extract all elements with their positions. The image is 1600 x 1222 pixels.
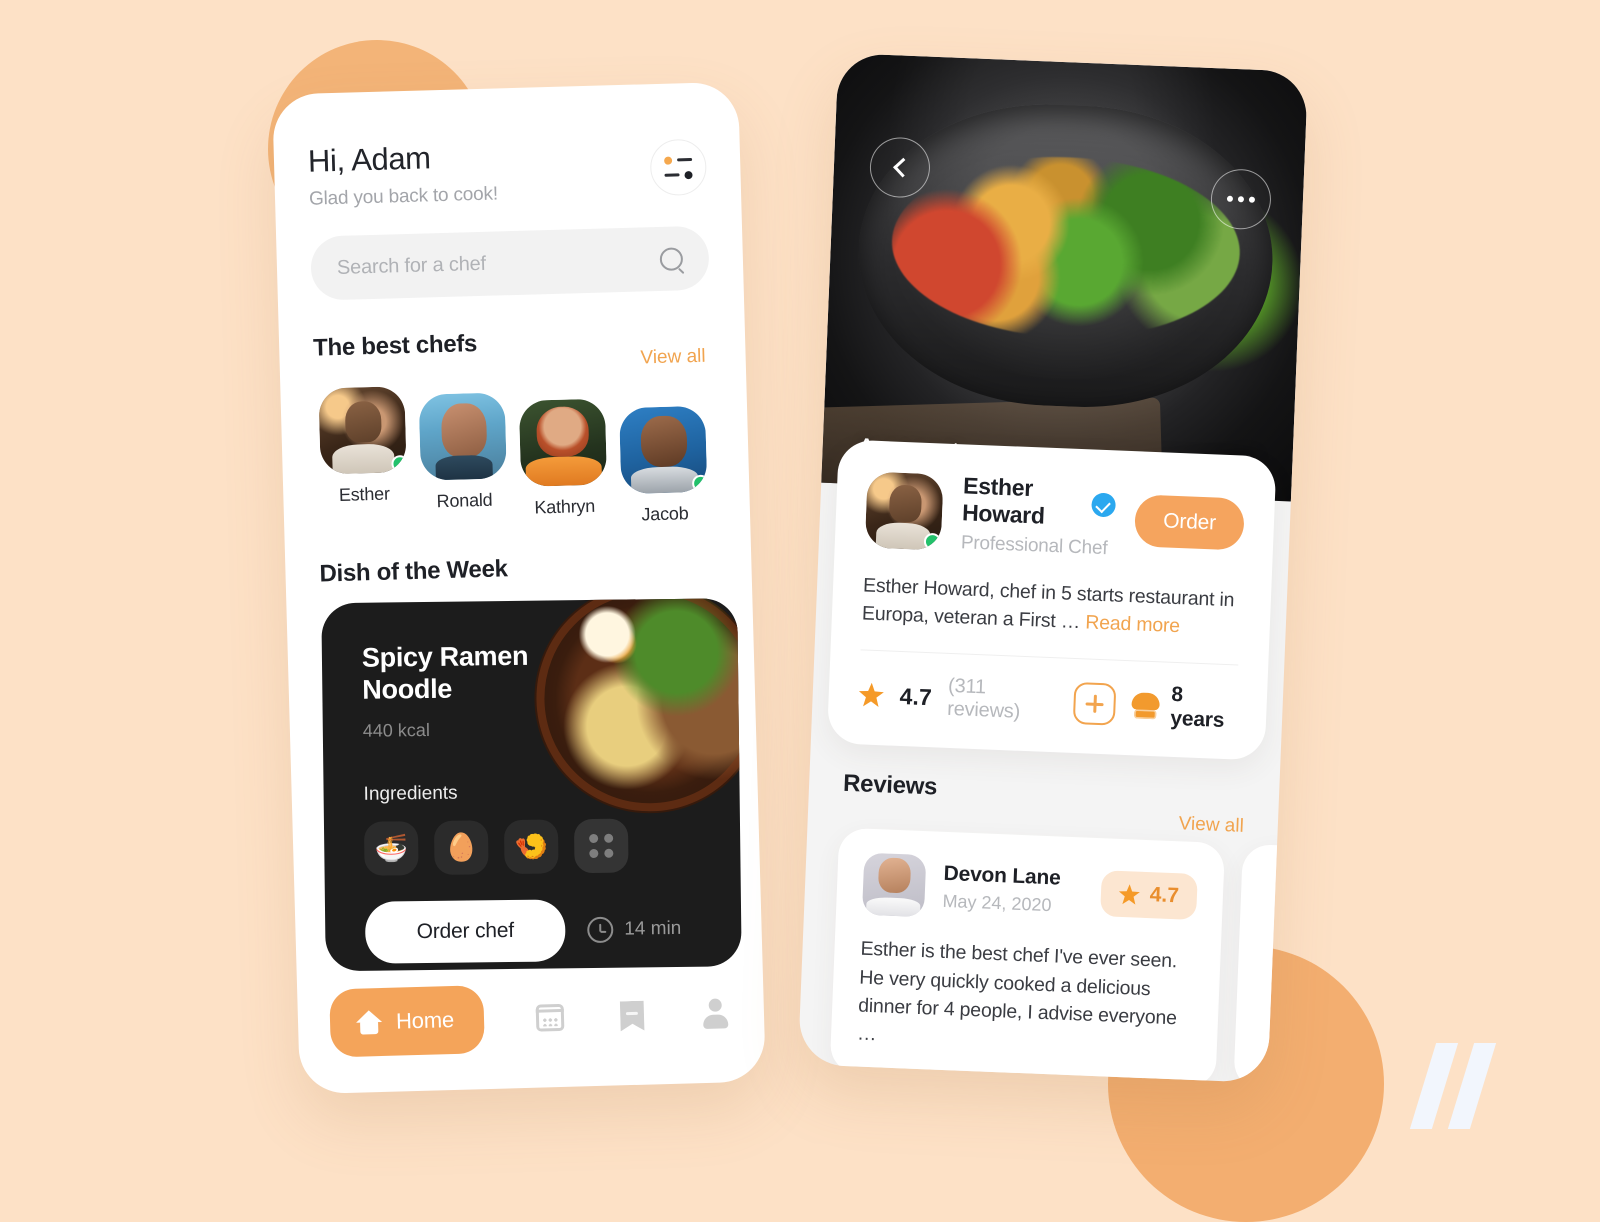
chef-card-ronald[interactable]: Ronald xyxy=(418,392,509,531)
avatar xyxy=(318,386,407,475)
nav-item-profile[interactable] xyxy=(697,995,732,1030)
profile-icon xyxy=(701,998,730,1029)
dish-name: Spicy Ramen Noodle xyxy=(361,640,529,705)
shrimp-emoji-icon[interactable]: 🍤 xyxy=(503,819,559,874)
chefs-view-all-link[interactable]: View all xyxy=(640,346,706,370)
nav-item-bookmark[interactable] xyxy=(615,998,650,1033)
review-rating-value: 4.7 xyxy=(1149,883,1180,908)
avatar xyxy=(418,392,507,481)
greeting-title: Hi, Adam xyxy=(307,140,432,179)
bookmark-icon xyxy=(620,1001,645,1032)
star-icon xyxy=(858,682,884,708)
rating-value: 4.7 xyxy=(899,682,933,711)
experience-label: 8 years xyxy=(1169,683,1225,733)
dish-section-title: Dish of the Week xyxy=(319,555,508,588)
plus-icon[interactable] xyxy=(1073,682,1117,726)
reviews-count: (311 reviews) xyxy=(946,675,1021,724)
chef-name: Jacob xyxy=(641,503,689,525)
nav-item-home[interactable]: Home xyxy=(329,985,485,1058)
phone-account-screen: Account Esther Howard Professional Chef … xyxy=(797,52,1309,1084)
clock-icon xyxy=(587,916,614,943)
prep-time-label: 14 min xyxy=(624,917,682,940)
reviews-carousel[interactable]: Devon Lane May 24, 2020 4.7 Esther is th… xyxy=(798,827,1309,1084)
ingredients-label: Ingredients xyxy=(363,782,458,805)
dish-calories: 440 kcal xyxy=(362,719,430,741)
chef-role: Professional Chef xyxy=(960,532,1108,560)
hero-image: Account xyxy=(821,52,1309,502)
egg-emoji-icon[interactable]: 🥚 xyxy=(433,819,489,875)
chef-name: Esther xyxy=(338,483,390,505)
review-card[interactable]: Devon Lane May 24, 2020 4.7 Esther is th… xyxy=(829,828,1226,1084)
review-text: Esther is the best chef I've ever seen. … xyxy=(856,937,1178,1046)
avatar xyxy=(518,398,608,487)
chef-stats: 4.7 (311 reviews) 8 years xyxy=(858,671,1238,734)
chef-profile-card: Esther Howard Professional Chef Order Es… xyxy=(826,439,1277,762)
chef-name: Ronald xyxy=(436,489,493,512)
chef-card-kathryn[interactable]: Kathryn xyxy=(518,398,609,529)
dish-of-the-week-card[interactable]: Spicy Ramen Noodle 440 kcal Ingredients … xyxy=(321,598,742,972)
order-button[interactable]: Order xyxy=(1134,494,1245,551)
nav-home-label: Home xyxy=(395,1006,455,1034)
chef-bio: Esther Howard, chef in 5 starts restaura… xyxy=(861,572,1241,643)
avatar xyxy=(619,405,708,495)
prep-time: 14 min xyxy=(587,916,681,943)
avatar xyxy=(864,471,944,551)
review-date: May 24, 2020 xyxy=(942,891,1052,916)
star-icon xyxy=(1118,884,1140,906)
ingredients-list: 🍜 🥚 🍤 xyxy=(363,817,741,876)
chefs-section-header: The best chefs View all xyxy=(313,324,712,387)
avatar xyxy=(861,853,927,918)
search-icon xyxy=(659,246,684,271)
chefs-list: Esther Ronald Kathryn Jacob xyxy=(314,378,716,535)
search-placeholder: Search for a chef xyxy=(336,252,487,279)
search-input[interactable]: Search for a chef xyxy=(310,225,710,301)
filter-icon[interactable] xyxy=(649,138,708,197)
online-status-dot xyxy=(391,455,407,473)
order-chef-button[interactable]: Order chef xyxy=(364,899,566,964)
phone-home-screen: Hi, Adam Glad you back to cook! Search f… xyxy=(272,81,766,1095)
divider xyxy=(860,649,1239,666)
reviews-view-all-link[interactable]: View all xyxy=(1178,814,1244,839)
nav-item-calendar[interactable] xyxy=(532,1000,567,1035)
chef-card-jacob[interactable]: Jacob xyxy=(619,405,708,526)
ramen-emoji-icon[interactable]: 🍜 xyxy=(363,820,419,876)
review-rating-badge: 4.7 xyxy=(1099,870,1198,921)
chef-card-esther[interactable]: Esther xyxy=(318,386,408,534)
calendar-icon xyxy=(535,1003,564,1032)
bottom-navigation: Home xyxy=(329,978,733,1058)
reviewer-name: Devon Lane xyxy=(943,862,1062,890)
home-header: Hi, Adam Glad you back to cook! xyxy=(308,133,708,211)
chevron-left-icon xyxy=(892,157,913,178)
more-dots-icon[interactable] xyxy=(573,818,629,873)
greeting-subtitle: Glad you back to cook! xyxy=(308,183,499,210)
read-more-link[interactable]: Read more xyxy=(1085,611,1180,637)
online-status-dot xyxy=(691,474,708,493)
double-slash-logo xyxy=(1409,1043,1515,1129)
reviews-section-title: Reviews xyxy=(842,770,938,801)
chef-name: Esther Howard xyxy=(961,472,1046,529)
chef-hat-icon xyxy=(1131,693,1160,720)
home-icon xyxy=(356,1010,383,1035)
verified-badge-icon xyxy=(1091,492,1117,518)
chef-name: Kathryn xyxy=(534,495,596,518)
